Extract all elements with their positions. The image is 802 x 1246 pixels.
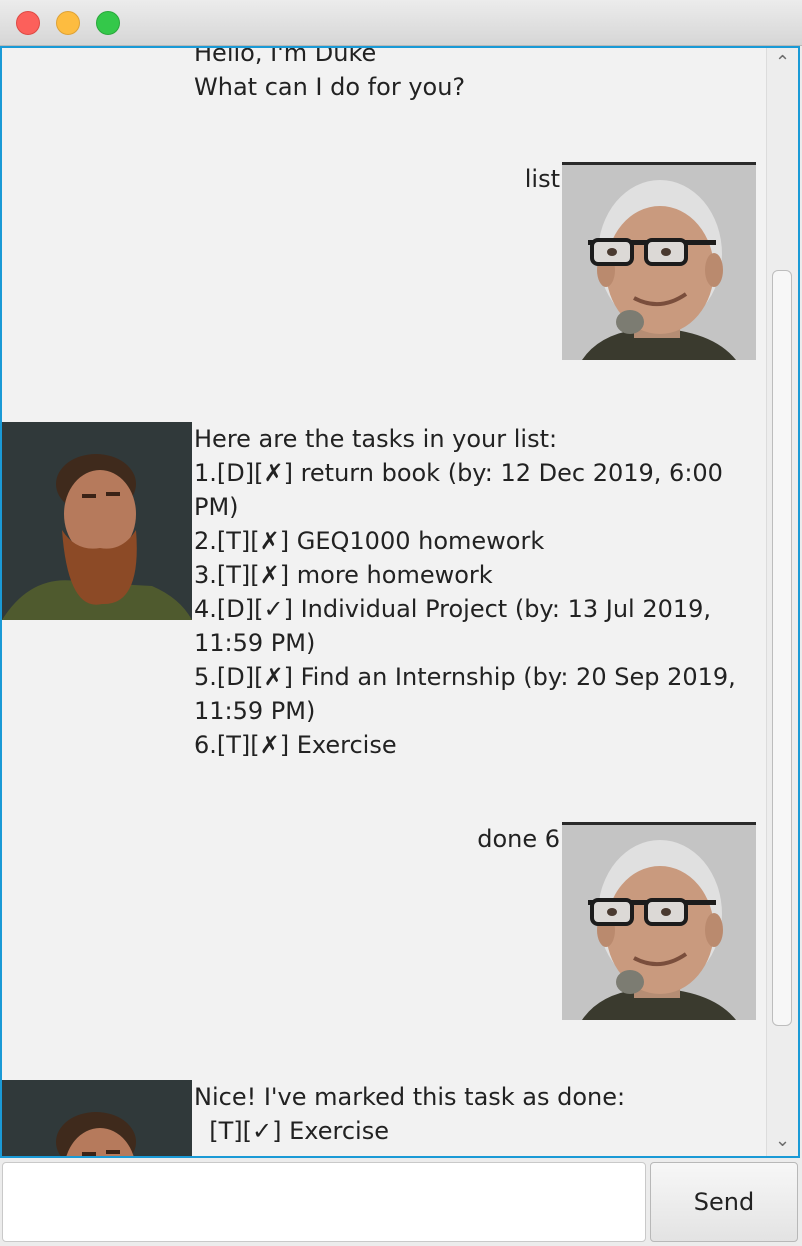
maximize-window-button[interactable] xyxy=(96,11,120,35)
chat-scroll-pane[interactable]: Hello, I'm Duke What can I do for you? l… xyxy=(0,46,800,1158)
bearded-man-avatar xyxy=(2,1080,192,1156)
app-window: Hello, I'm Duke What can I do for you? l… xyxy=(0,0,802,1246)
vertical-scrollbar[interactable]: ⌃ ⌄ xyxy=(766,48,798,1156)
title-bar[interactable] xyxy=(0,0,802,46)
user-message-text: list xyxy=(524,165,560,193)
duke-message-text: Hello, I'm Duke What can I do for you? xyxy=(194,46,466,101)
man-with-glasses-avatar xyxy=(562,162,756,360)
user-message-text: done 6 xyxy=(477,825,560,853)
chevron-down-icon[interactable]: ⌄ xyxy=(767,1126,798,1156)
man-with-glasses-avatar xyxy=(562,822,756,1020)
bearded-man-avatar xyxy=(2,422,192,620)
scrollbar-thumb[interactable] xyxy=(772,270,792,1026)
chevron-up-icon[interactable]: ⌃ xyxy=(767,48,798,78)
duke-message-text: Nice! I've marked this task as done: [T]… xyxy=(194,1083,626,1145)
close-window-button[interactable] xyxy=(16,11,40,35)
duke-message-text: Here are the tasks in your list: 1.[D][✗… xyxy=(194,425,736,759)
message-input[interactable] xyxy=(2,1162,646,1242)
dialog-container: Hello, I'm Duke What can I do for you? l… xyxy=(2,46,766,1156)
minimize-window-button[interactable] xyxy=(56,11,80,35)
send-button[interactable]: Send xyxy=(650,1162,798,1242)
